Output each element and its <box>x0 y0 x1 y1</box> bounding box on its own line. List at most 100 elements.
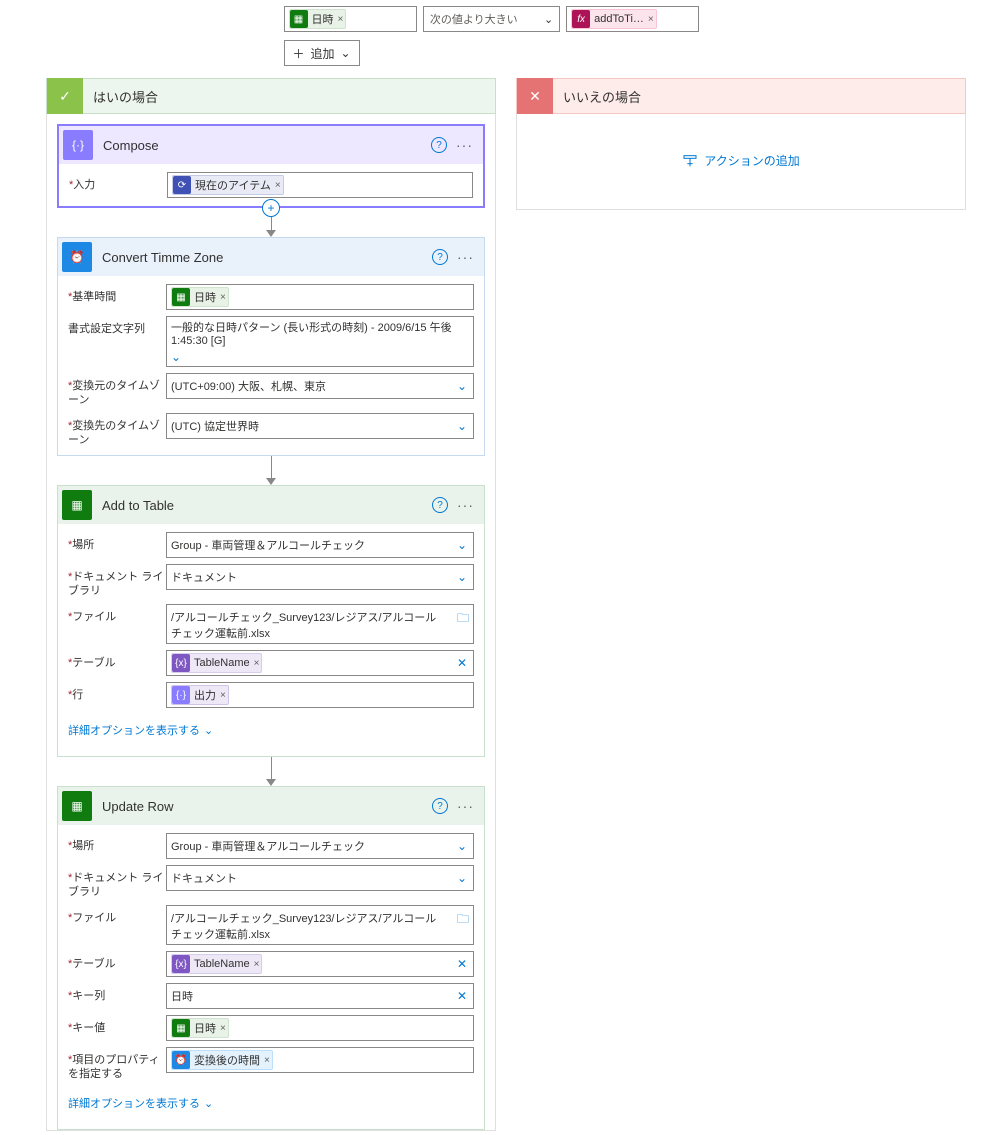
ur-lib-dropdown[interactable]: ドキュメント⌄ <box>166 865 474 891</box>
add-action-label: アクションの追加 <box>704 152 799 169</box>
at-lib-label: ドキュメント ライブラリ <box>68 571 163 597</box>
excel-icon: ▦ <box>172 288 190 306</box>
chevron-down-icon: ⌄ <box>204 724 213 737</box>
compose-input[interactable]: ⟳現在のアイテム × <box>167 172 473 198</box>
ur-keyval-input[interactable]: ▦日時× <box>166 1015 474 1041</box>
close-icon[interactable]: × <box>220 1023 226 1034</box>
chevron-down-icon: ⌄ <box>341 46 351 60</box>
ur-lib-value: ドキュメント <box>171 870 237 886</box>
chevron-down-icon: ⌄ <box>457 570 467 584</box>
at-table-input[interactable]: {x}TableName×✕ <box>166 650 474 676</box>
condition-right-token: addToTi… <box>594 13 644 25</box>
ur-show-advanced[interactable]: 詳細オプションを表示する⌄ <box>68 1087 474 1121</box>
ctz-base-token: 日時 <box>194 289 216 305</box>
at-file-value: /アルコールチェック_Survey123/レジアス/アルコールチェック運転前.x… <box>171 609 441 641</box>
ur-table-input[interactable]: {x}TableName×✕ <box>166 951 474 977</box>
compose-token: 現在のアイテム <box>195 177 271 193</box>
excel-icon: ▦ <box>290 10 308 28</box>
compose-card: {·} Compose ? ··· *入力 ⟳現在のアイテム× <box>57 124 485 208</box>
help-icon[interactable]: ? <box>431 137 447 153</box>
ur-keycol-input[interactable]: 日時✕ <box>166 983 474 1009</box>
clear-icon[interactable]: ✕ <box>457 656 467 670</box>
chevron-down-icon: ⌄ <box>457 538 467 552</box>
ctz-dst-label: 変換先のタイムゾーン <box>68 420 160 446</box>
clock-icon: ⏰ <box>172 1051 190 1069</box>
close-icon[interactable]: × <box>275 180 281 191</box>
at-row-input[interactable]: {·}出力× <box>166 682 474 708</box>
at-lib-value: ドキュメント <box>171 569 237 585</box>
var-icon: {x} <box>172 654 190 672</box>
chevron-down-icon: ⌄ <box>457 419 467 433</box>
no-branch-header[interactable]: ✕ いいえの場合 <box>516 78 966 114</box>
at-lib-dropdown[interactable]: ドキュメント ⌄ <box>166 564 474 590</box>
at-loc-label: 場所 <box>72 539 94 551</box>
clear-icon[interactable]: ✕ <box>457 989 467 1003</box>
update-row-header[interactable]: ▦ Update Row ? ··· <box>58 787 484 825</box>
ctz-src-dropdown[interactable]: (UTC+09:00) 大阪、札幌、東京 ⌄ <box>166 373 474 399</box>
ur-table-label: テーブル <box>72 958 115 970</box>
loop-icon: ⟳ <box>173 176 191 194</box>
ur-loc-value: Group - 車両管理＆アルコールチェック <box>171 838 365 854</box>
at-row-label: 行 <box>72 689 83 701</box>
add-to-table-card: ▦ Add to Table ? ··· *場所 Group - 車両管理＆アル… <box>57 485 485 757</box>
menu-icon[interactable]: ··· <box>456 137 473 153</box>
menu-icon[interactable]: ··· <box>457 249 474 265</box>
ur-file-input[interactable]: /アルコールチェック_Survey123/レジアス/アルコールチェック運転前.x… <box>166 905 474 945</box>
ur-loc-dropdown[interactable]: Group - 車両管理＆アルコールチェック⌄ <box>166 833 474 859</box>
ur-prop-input[interactable]: ⏰変換後の時間 × <box>166 1047 474 1073</box>
folder-icon[interactable]: 🗀 <box>457 609 469 630</box>
ctz-header[interactable]: ⏰ Convert Timme Zone ? ··· <box>58 238 484 276</box>
close-icon[interactable]: × <box>254 658 260 669</box>
ctz-fmt-dropdown[interactable]: 一般的な日時パターン (長い形式の時刻) - 2009/6/15 午後 1:45… <box>166 316 474 367</box>
ctz-dst-value: (UTC) 協定世界時 <box>171 418 259 434</box>
ctz-dst-dropdown[interactable]: (UTC) 協定世界時 ⌄ <box>166 413 474 439</box>
yes-branch-header[interactable]: ✓ はいの場合 <box>46 78 496 114</box>
ctz-fmt-label: 書式設定文字列 <box>68 323 145 335</box>
at-show-advanced[interactable]: 詳細オプションを表示する⌄ <box>68 714 474 748</box>
help-icon[interactable]: ? <box>432 798 448 814</box>
add-action-button[interactable]: アクションの追加 <box>682 152 799 169</box>
at-file-input[interactable]: /アルコールチェック_Survey123/レジアス/アルコールチェック運転前.x… <box>166 604 474 644</box>
condition-operator-dropdown[interactable]: 次の値より大きい ⌄ <box>423 6 560 32</box>
close-icon[interactable]: × <box>220 690 226 701</box>
update-row-card: ▦ Update Row ? ··· *場所 Group - 車両管理＆アルコー… <box>57 786 485 1130</box>
close-icon[interactable]: × <box>254 959 260 970</box>
ur-prop-token: 変換後の時間 <box>194 1052 260 1068</box>
clear-icon[interactable]: ✕ <box>457 957 467 971</box>
help-icon[interactable]: ? <box>432 497 448 513</box>
close-icon[interactable]: × <box>648 14 654 25</box>
cross-icon: ✕ <box>517 78 553 114</box>
help-icon[interactable]: ? <box>432 249 448 265</box>
ur-keyval-token: 日時 <box>194 1020 216 1036</box>
add-row-button[interactable]: ＋ 追加 ⌄ <box>284 40 360 66</box>
ctz-src-label: 変換元のタイムゾーン <box>68 380 160 406</box>
ur-prop-label: 項目のプロパティを指定する <box>68 1054 160 1080</box>
add-step-button[interactable]: + <box>262 199 280 217</box>
ur-lib-label: ドキュメント ライブラリ <box>68 872 163 898</box>
condition-left-input[interactable]: ▦日時× <box>284 6 417 32</box>
add-row-label: 追加 <box>311 45 335 62</box>
menu-icon[interactable]: ··· <box>457 798 474 814</box>
add-to-table-header[interactable]: ▦ Add to Table ? ··· <box>58 486 484 524</box>
compose-icon: {·} <box>63 130 93 160</box>
condition-operator-text: 次の値より大きい <box>430 11 518 27</box>
condition-right-input[interactable]: fxaddToTi…× <box>566 6 699 32</box>
ur-table-token: TableName <box>194 958 250 970</box>
folder-icon[interactable]: 🗀 <box>457 910 469 931</box>
compose-header[interactable]: {·} Compose ? ··· <box>59 126 483 164</box>
close-icon[interactable]: × <box>220 292 226 303</box>
at-loc-dropdown[interactable]: Group - 車両管理＆アルコールチェック⌄ <box>166 532 474 558</box>
ctz-base-label: 基準時間 <box>72 291 116 303</box>
ur-loc-label: 場所 <box>72 840 94 852</box>
compose-input-label: 入力 <box>73 179 95 191</box>
ctz-base-input[interactable]: ▦日時 × <box>166 284 474 310</box>
chevron-down-icon: ⌄ <box>204 1097 213 1110</box>
chevron-down-icon: ⌄ <box>544 13 553 26</box>
excel-icon: ▦ <box>62 791 92 821</box>
close-icon[interactable]: × <box>338 14 344 25</box>
chevron-down-icon: ⌄ <box>457 379 467 393</box>
plus-icon: ＋ <box>293 45 305 62</box>
close-icon[interactable]: × <box>264 1055 270 1066</box>
at-file-label: ファイル <box>72 611 116 623</box>
menu-icon[interactable]: ··· <box>457 497 474 513</box>
